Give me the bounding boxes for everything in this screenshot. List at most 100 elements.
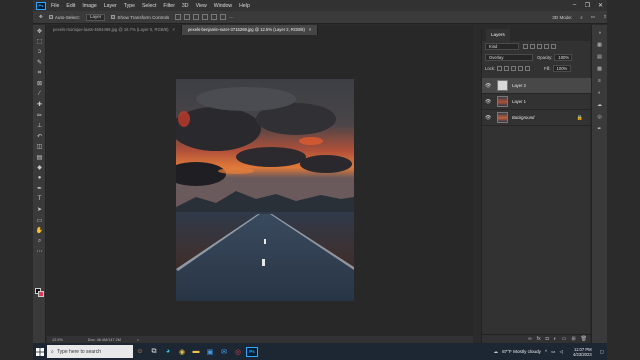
visibility-eye-icon[interactable]: 👁: [485, 83, 493, 89]
color-panel-icon[interactable]: ◑: [595, 30, 604, 37]
kind-filter-dropdown[interactable]: Kind: [485, 43, 519, 50]
swatches-panel-icon[interactable]: ▦: [595, 42, 604, 49]
close-tab-icon[interactable]: ×: [173, 27, 175, 32]
photoshop-taskbar-icon[interactable]: Ps: [245, 343, 259, 360]
align-top-icon[interactable]: [202, 14, 209, 20]
document-tab[interactable]: pexels-monique-laats-4604469.jpg @ 16.7%…: [47, 25, 182, 35]
adjustments-panel-icon[interactable]: ◐: [595, 90, 604, 97]
weather-icon[interactable]: ☁: [494, 349, 499, 355]
menu-filter[interactable]: Filter: [163, 3, 175, 9]
filter-smart-object-icon[interactable]: [551, 44, 556, 49]
clone-stamp-icon[interactable]: ⊥: [35, 121, 44, 130]
hand-tool-icon[interactable]: ✋: [35, 226, 44, 235]
zoom-level[interactable]: 12.5%: [52, 338, 63, 342]
chrome-icon[interactable]: ◉: [175, 343, 189, 360]
lasso-tool-icon[interactable]: ↄ: [35, 48, 44, 57]
taskbar-search-box[interactable]: ⌕ Type here to search: [47, 345, 133, 358]
fill-input[interactable]: 100%: [552, 65, 571, 72]
cortana-icon[interactable]: ☺: [133, 343, 147, 360]
paths-panel-icon[interactable]: ✒: [595, 126, 604, 133]
close-tab-icon[interactable]: ×: [309, 27, 311, 32]
lock-transparent-icon[interactable]: [497, 66, 503, 71]
close-icon[interactable]: ✕: [594, 2, 607, 9]
move-tool-icon[interactable]: ✥: [39, 14, 43, 20]
filter-shape-icon[interactable]: [544, 44, 549, 49]
show-transform-checkbox[interactable]: Show Transform Controls: [111, 15, 169, 20]
libraries-panel-icon[interactable]: ☁: [595, 102, 604, 109]
tray-chevron-icon[interactable]: ^: [545, 349, 547, 354]
add-mask-icon[interactable]: ◘: [546, 336, 549, 342]
adjustment-layer-icon[interactable]: ◐: [554, 336, 557, 342]
layer-style-icon[interactable]: fx: [537, 336, 541, 342]
menu-select[interactable]: Select: [142, 3, 156, 9]
lock-position-icon[interactable]: [511, 66, 517, 71]
file-explorer-icon[interactable]: ▬: [189, 343, 203, 360]
zoom-tool-icon[interactable]: ⌕: [35, 237, 44, 246]
quick-select-tool-icon[interactable]: ✎: [35, 58, 44, 67]
trash-icon[interactable]: 🗑: [581, 336, 587, 342]
menu-3d[interactable]: 3D: [182, 3, 189, 9]
menu-file[interactable]: File: [51, 3, 59, 9]
edge-icon[interactable]: ◕: [161, 343, 175, 360]
dodge-tool-icon[interactable]: ●: [35, 174, 44, 183]
mail-icon[interactable]: ✉: [217, 343, 231, 360]
new-layer-icon[interactable]: ⊞: [571, 336, 575, 342]
lock-all-icon[interactable]: [525, 66, 531, 71]
minimize-icon[interactable]: –: [568, 2, 581, 9]
lock-pixels-icon[interactable]: [504, 66, 510, 71]
app-icon[interactable]: ◎: [231, 343, 245, 360]
layer-row-layer-1[interactable]: 👁 Layer 1: [482, 94, 591, 110]
align-middle-icon[interactable]: [211, 14, 218, 20]
document-image[interactable]: [176, 79, 354, 301]
volume-icon[interactable]: ◁: [559, 349, 563, 355]
visibility-eye-icon[interactable]: 👁: [485, 115, 493, 121]
opacity-input[interactable]: 100%: [554, 54, 573, 61]
menu-view[interactable]: View: [196, 3, 207, 9]
blend-mode-dropdown[interactable]: Overlay: [485, 54, 533, 61]
menu-image[interactable]: Image: [82, 3, 96, 9]
menu-window[interactable]: Window: [214, 3, 232, 9]
filter-adjustment-icon[interactable]: [530, 44, 535, 49]
rectangle-tool-icon[interactable]: ▭: [35, 216, 44, 225]
status-menu-arrow[interactable]: >: [137, 338, 139, 342]
workspace-icon[interactable]: ▭: [591, 14, 595, 20]
frame-tool-icon[interactable]: ⊠: [35, 79, 44, 88]
history-brush-icon[interactable]: ↶: [35, 132, 44, 141]
visibility-eye-icon[interactable]: 👁: [485, 99, 493, 105]
restore-icon[interactable]: ❐: [581, 2, 594, 9]
align-right-icon[interactable]: [193, 14, 200, 20]
store-icon[interactable]: ▣: [203, 343, 217, 360]
gradient-tool-icon[interactable]: ▤: [35, 153, 44, 162]
new-group-icon[interactable]: ▭: [562, 336, 567, 342]
filter-type-icon[interactable]: [537, 44, 542, 49]
menu-type[interactable]: Type: [124, 3, 135, 9]
task-view-icon[interactable]: ⧉: [147, 343, 161, 360]
more-options[interactable]: ···: [229, 15, 234, 20]
more-tools-icon[interactable]: ⋯: [35, 247, 44, 256]
layer-row-background[interactable]: 👁 Background 🔒: [482, 110, 591, 126]
layers-tab[interactable]: Layers: [486, 29, 510, 41]
clock[interactable]: 11:07 PM 4/23/2023: [569, 347, 592, 357]
eraser-tool-icon[interactable]: ◫: [35, 142, 44, 151]
align-bottom-icon[interactable]: [220, 14, 227, 20]
gradients-panel-icon[interactable]: ▤: [595, 54, 604, 61]
share-icon[interactable]: ⇪: [603, 14, 607, 20]
brush-tool-icon[interactable]: ✏: [35, 111, 44, 120]
auto-select-checkbox[interactable]: Auto-Select:: [48, 15, 80, 20]
weather-text[interactable]: 87°F Mostly cloudy: [502, 349, 541, 354]
notifications-icon[interactable]: ▢: [600, 349, 604, 355]
channels-panel-icon[interactable]: ◎: [595, 114, 604, 121]
path-select-icon[interactable]: ➤: [35, 205, 44, 214]
search-icon[interactable]: ⌕: [580, 15, 583, 20]
align-left-icon[interactable]: [175, 14, 182, 20]
align-center-icon[interactable]: [184, 14, 191, 20]
crop-tool-icon[interactable]: ⌗: [35, 69, 44, 78]
filter-pixel-icon[interactable]: [523, 44, 528, 49]
eyedropper-tool-icon[interactable]: ⁄: [35, 90, 44, 99]
menu-layer[interactable]: Layer: [104, 3, 117, 9]
marquee-tool-icon[interactable]: ⬚: [35, 37, 44, 46]
healing-brush-icon[interactable]: ✚: [35, 100, 44, 109]
document-tab-active[interactable]: pexels-benjamin-suter-3715269.jpg @ 12.5…: [181, 25, 319, 35]
background-color-swatch[interactable]: [38, 291, 44, 297]
type-tool-icon[interactable]: T: [35, 195, 44, 204]
